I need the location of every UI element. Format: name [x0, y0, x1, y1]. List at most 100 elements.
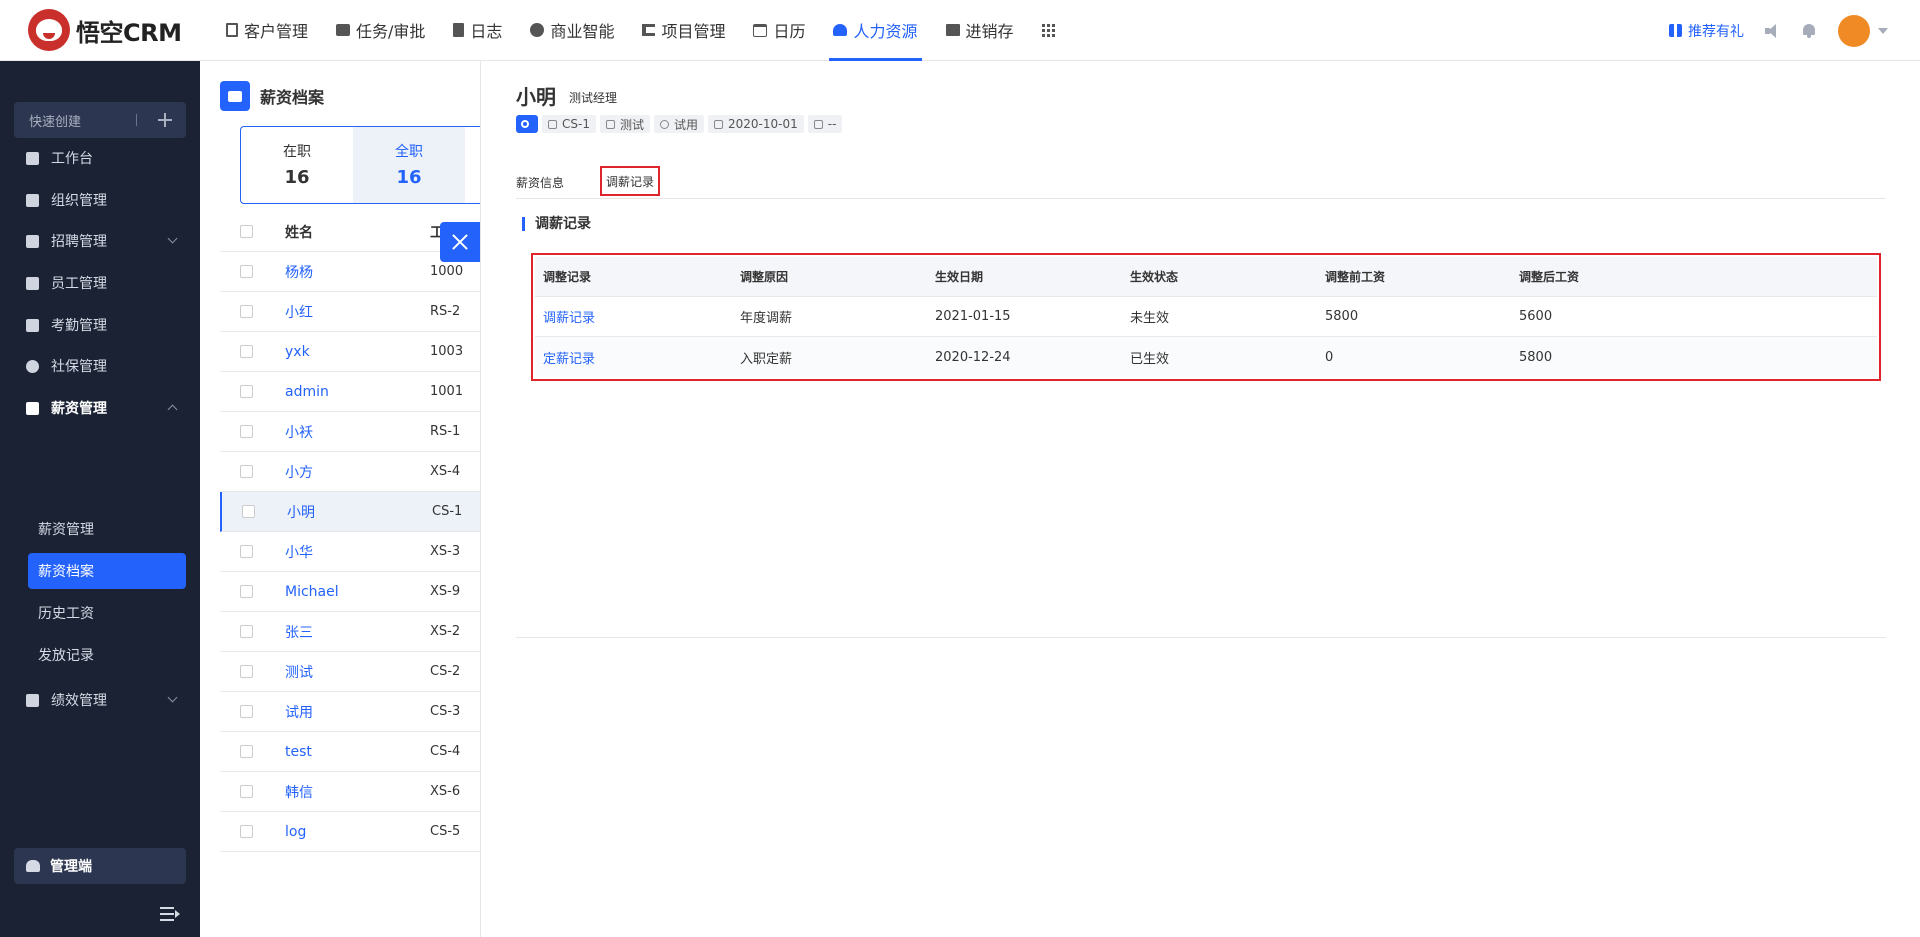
collapse-menu-icon[interactable] — [160, 907, 180, 921]
employee-name-link[interactable]: test — [285, 744, 312, 760]
sidebar: 快速创建 工作台 组织管理 招聘管理 员工管理 考勤管理 社保管理 薪资管理 薪… — [0, 61, 200, 937]
stat-box: 在职 16 全职 16 — [240, 126, 480, 204]
table-header-row: 调整记录 调整原因 生效日期 生效状态 调整前工资 调整后工资 — [535, 257, 1877, 297]
row-checkbox[interactable] — [240, 545, 253, 558]
nav-item-inventory[interactable]: 进销存 — [932, 0, 1028, 61]
table-row[interactable]: 测试 CS-2 — [220, 652, 480, 692]
sidebar-item-workbench[interactable]: 工作台 — [0, 140, 200, 176]
table-row[interactable]: 试用 CS-3 — [220, 692, 480, 732]
quick-create-button[interactable]: 快速创建 — [14, 102, 186, 138]
employee-name-link[interactable]: yxk — [285, 344, 310, 360]
row-checkbox[interactable] — [240, 305, 253, 318]
row-checkbox[interactable] — [240, 265, 253, 278]
log-icon — [453, 23, 465, 37]
record-link[interactable]: 调薪记录 — [543, 307, 595, 326]
nav-item-tasks[interactable]: 任务/审批 — [322, 0, 439, 61]
table-row[interactable]: 张三 XS-2 — [220, 612, 480, 652]
speaker-icon[interactable] — [1764, 23, 1780, 39]
employee-name-link[interactable]: 测试 — [285, 662, 313, 682]
salary-archive-list-panel: 薪资档案 在职 16 全职 16 姓名 工 杨杨 1000 小红 RS-2 yxk 100… — [200, 61, 480, 937]
employee-name-link[interactable]: 小红 — [285, 302, 313, 322]
recommend-link[interactable]: 推荐有礼 — [1669, 21, 1744, 41]
row-checkbox[interactable] — [240, 745, 253, 758]
tab-salary-records[interactable]: 调薪记录 — [600, 166, 661, 196]
employee-tags: CS-1 测试 试用 2020-10-01 -- — [516, 115, 846, 133]
sidebar-item-social-security[interactable]: 社保管理 — [0, 348, 200, 384]
stat-on-job[interactable]: 在职 16 — [241, 127, 353, 203]
table-row[interactable]: 韩信 XS-6 — [220, 772, 480, 812]
close-panel-button[interactable] — [440, 222, 480, 262]
sidebar-item-org[interactable]: 组织管理 — [0, 182, 200, 218]
salary-record-table: 调整记录 调整原因 生效日期 生效状态 调整前工资 调整后工资 调薪记录 年度调… — [531, 253, 1881, 381]
gift-icon — [1669, 24, 1682, 37]
employee-name-link[interactable]: 张三 — [285, 622, 313, 642]
employee-name-link[interactable]: admin — [285, 384, 329, 400]
employee-name-link[interactable]: 杨杨 — [285, 262, 313, 282]
page-header: 薪资档案 — [220, 81, 324, 111]
nav-item-hr[interactable]: 人力资源 — [819, 0, 931, 61]
employee-code: CS-3 — [430, 704, 461, 719]
employee-name-link[interactable]: 小明 — [287, 502, 315, 522]
select-all-checkbox[interactable] — [240, 225, 253, 238]
page-title: 薪资档案 — [260, 88, 325, 107]
caret-down-icon[interactable] — [1878, 27, 1888, 34]
table-row[interactable]: 小华 XS-3 — [220, 532, 480, 572]
employee-code: 1001 — [430, 384, 464, 399]
nav-item-calendar[interactable]: 日历 — [739, 0, 819, 61]
row-checkbox[interactable] — [240, 465, 253, 478]
table-row[interactable]: yxk 1003 — [220, 332, 480, 372]
sidebar-item-recruit[interactable]: 招聘管理 — [0, 223, 200, 259]
stat-full-time[interactable]: 全职 16 — [353, 127, 465, 203]
sub-item-payment-records[interactable]: 发放记录 — [28, 637, 186, 673]
record-link[interactable]: 定薪记录 — [543, 348, 595, 367]
row-checkbox[interactable] — [240, 425, 253, 438]
employee-name-link[interactable]: 试用 — [285, 702, 313, 722]
employee-name-link[interactable]: Michael — [285, 584, 339, 600]
building-icon — [226, 23, 238, 37]
row-checkbox[interactable] — [242, 505, 255, 518]
row-checkbox[interactable] — [240, 385, 253, 398]
sidebar-item-attendance[interactable]: 考勤管理 — [0, 307, 200, 343]
table-row[interactable]: 小方 XS-4 — [220, 452, 480, 492]
employee-name-link[interactable]: 小袄 — [285, 422, 313, 442]
bell-icon[interactable] — [1802, 23, 1816, 39]
employee-name-link[interactable]: 小华 — [285, 542, 313, 562]
sub-item-salary-manage[interactable]: 薪资管理 — [28, 511, 186, 547]
sidebar-item-salary[interactable]: 薪资管理 — [0, 390, 200, 426]
employee-code: CS-4 — [430, 744, 461, 759]
employee-name-link[interactable]: 韩信 — [285, 782, 313, 802]
sub-item-salary-history[interactable]: 历史工资 — [28, 595, 186, 631]
nav-item-customer[interactable]: 客户管理 — [212, 0, 322, 61]
table-row[interactable]: 小明 CS-1 — [220, 492, 480, 532]
table-row[interactable]: 小袄 RS-1 — [220, 412, 480, 452]
row-checkbox[interactable] — [240, 785, 253, 798]
avatar[interactable] — [1838, 14, 1870, 47]
table-row[interactable]: test CS-4 — [220, 732, 480, 772]
section-title: 调薪记录 — [522, 217, 591, 231]
sub-item-salary-archive[interactable]: 薪资档案 — [28, 553, 186, 589]
table-row[interactable]: admin 1001 — [220, 372, 480, 412]
sidebar-item-performance[interactable]: 绩效管理 — [0, 682, 200, 718]
nav-item-bi[interactable]: 商业智能 — [516, 0, 628, 61]
employee-name-link[interactable]: 小方 — [285, 462, 313, 482]
tab-salary-info[interactable]: 薪资信息 — [516, 167, 564, 198]
row-checkbox[interactable] — [240, 625, 253, 638]
row-checkbox[interactable] — [240, 665, 253, 678]
row-checkbox[interactable] — [240, 585, 253, 598]
nav-item-project[interactable]: 项目管理 — [628, 0, 739, 61]
row-checkbox[interactable] — [240, 705, 253, 718]
sidebar-item-employee[interactable]: 员工管理 — [0, 265, 200, 301]
logo[interactable]: 悟空CRM — [28, 9, 212, 51]
nav-item-log[interactable]: 日志 — [439, 0, 516, 61]
employee-name: 小明 — [516, 85, 556, 109]
employee-name-link[interactable]: log — [285, 824, 306, 840]
plus-icon[interactable] — [158, 113, 172, 127]
table-row[interactable]: 小红 RS-2 — [220, 292, 480, 332]
row-checkbox[interactable] — [240, 345, 253, 358]
table-row[interactable]: log CS-5 — [220, 812, 480, 852]
nav-item-apps[interactable] — [1028, 0, 1069, 61]
table-row[interactable]: Michael XS-9 — [220, 572, 480, 612]
row-checkbox[interactable] — [240, 825, 253, 838]
admin-button[interactable]: 管理端 — [14, 848, 186, 884]
table-row: 定薪记录 入职定薪 2020-12-24 已生效 0 5800 — [535, 337, 1877, 377]
